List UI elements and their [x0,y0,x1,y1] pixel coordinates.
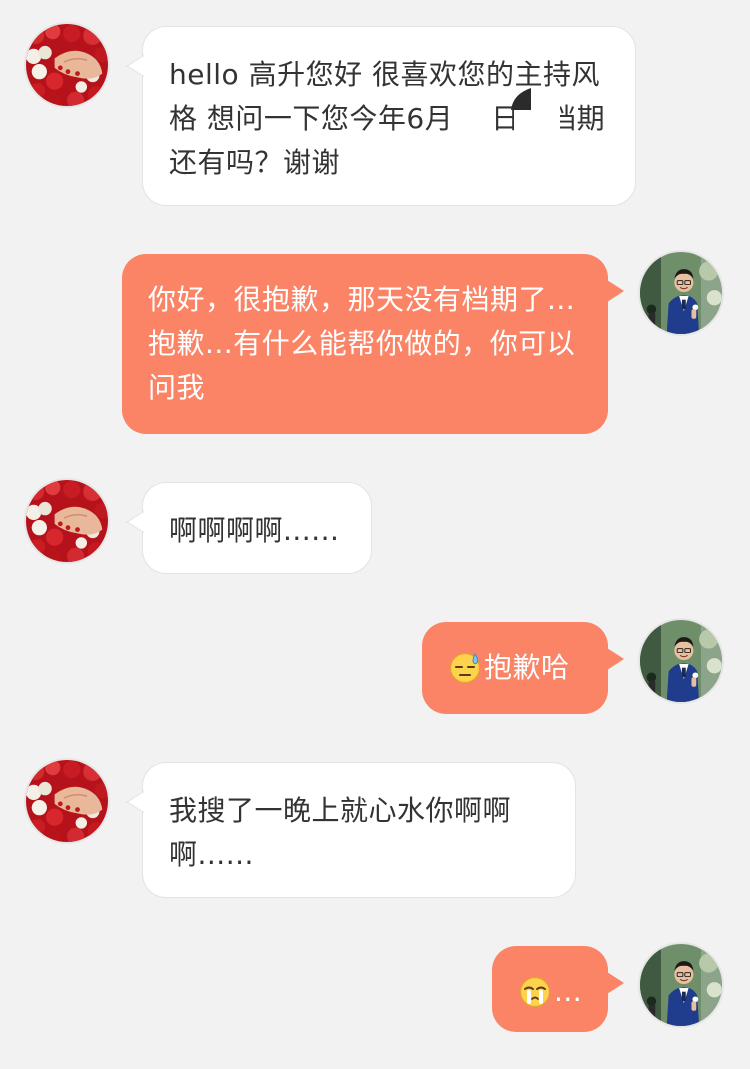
man-in-blue-suit-avatar [640,252,722,334]
message-text: 抱歉哈 [484,651,570,684]
corner-fold-icon [511,88,531,110]
man-in-blue-suit-avatar [640,620,722,702]
sweat-smile-emoji-icon [448,650,482,684]
incoming-message-bubble[interactable]: hello 高升您好 很喜欢您的主持风格 想问一下您今年6月 日的档期还有吗？谢… [126,26,636,206]
man-in-blue-suit-avatar [640,944,722,1026]
message-text: 我搜了一晚上就心水你啊啊啊...... [169,794,512,871]
incoming-message-bubble[interactable]: 啊啊啊啊...... [126,482,372,574]
contact-avatar[interactable] [24,758,110,844]
hand-with-red-roses-avatar [26,24,108,106]
contact-avatar[interactable] [24,478,110,564]
message-text: 啊啊啊啊...... [169,514,340,547]
outgoing-message-bubble[interactable]: 你好，很抱歉，那天没有档期了...抱歉...有什么能帮你做的，你可以问我 [122,254,624,434]
message-text: 你好，很抱歉，那天没有档期了...抱歉...有什么能帮你做的，你可以问我 [148,283,576,404]
outgoing-message-bubble[interactable]: 抱歉哈 [422,622,624,714]
outgoing-message-bubble[interactable]: ... [492,946,624,1032]
message-text: ... [554,975,583,1008]
crying-emoji-icon [518,974,552,1008]
incoming-message-bubble[interactable]: 我搜了一晚上就心水你啊啊啊...... [126,762,576,898]
self-avatar[interactable] [638,942,724,1028]
self-avatar[interactable] [638,618,724,704]
self-avatar[interactable] [638,250,724,336]
contact-avatar[interactable] [24,22,110,108]
hand-with-red-roses-avatar [26,480,108,562]
hand-with-red-roses-avatar [26,760,108,842]
